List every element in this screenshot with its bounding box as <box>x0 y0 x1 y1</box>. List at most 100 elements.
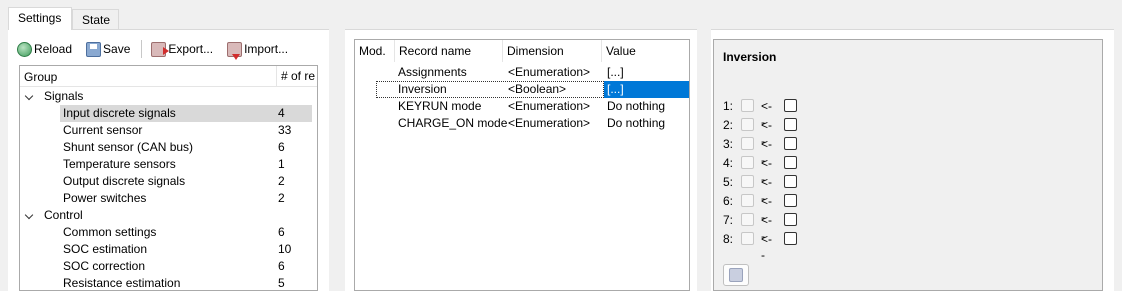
cell-value[interactable]: [...] <box>607 64 624 81</box>
tree-group-label: Control <box>44 208 83 222</box>
bit-label: 4: <box>723 156 734 170</box>
bit-label: 5: <box>723 175 734 189</box>
cell-record-name: Assignments <box>398 65 467 79</box>
bit-inversion-checkbox[interactable] <box>784 175 797 188</box>
bit-source-checkbox <box>741 156 754 169</box>
tree-group-label: Signals <box>44 89 84 103</box>
tree-item-current-sensor[interactable]: Current sensor 33 <box>20 122 312 139</box>
tab-settings[interactable]: Settings <box>8 7 72 30</box>
table-row[interactable]: CHARGE_ON mode <Enumeration> Do nothing <box>355 115 689 132</box>
bit-inversion-checkbox[interactable] <box>784 137 797 150</box>
reload-icon <box>17 41 32 57</box>
tree-item-power-switches[interactable]: Power switches 2 <box>20 190 312 207</box>
bit-label: 2: <box>723 118 734 132</box>
detail-title: Inversion <box>723 50 777 64</box>
column-header-mod[interactable]: Mod. <box>355 40 395 62</box>
tree-item-label: Output discrete signals <box>63 174 186 188</box>
bit-inversion-checkbox[interactable] <box>784 213 797 226</box>
bit-source-checkbox <box>741 118 754 131</box>
tree-item-count: 2 <box>278 174 285 188</box>
cell-dimension: <Boolean> <box>508 82 567 96</box>
tree-item-soc-estimation[interactable]: SOC estimation 10 <box>20 241 312 258</box>
tree-item-count: 6 <box>278 140 285 154</box>
bit-source-checkbox <box>741 137 754 150</box>
tree-item-count: 33 <box>278 123 292 137</box>
floppy-disk-icon <box>86 41 102 57</box>
tree-item-count: 6 <box>278 225 285 239</box>
tree-item-resistance-estimation[interactable]: Resistance estimation 5 <box>20 275 312 290</box>
column-header-value[interactable]: Value <box>602 40 689 62</box>
import-button[interactable]: Import... <box>224 39 291 60</box>
bit-inversion-checkbox[interactable] <box>784 194 797 207</box>
column-header-count[interactable]: # of re <box>276 66 316 87</box>
bit-inversion-checkbox[interactable] <box>784 232 797 245</box>
toolbar: Reload Save Export... Import... <box>14 38 299 60</box>
tree-item-label: Temperature sensors <box>63 157 176 171</box>
table-row-selected[interactable]: Inversion <Boolean> [...] <box>355 81 689 98</box>
splitter-left[interactable] <box>329 29 345 291</box>
save-button[interactable]: Save <box>83 39 133 59</box>
tree-item-count: 6 <box>278 259 285 273</box>
tree-group-signals[interactable]: Signals <box>20 88 312 105</box>
tree-item-label: Shunt sensor (CAN bus) <box>63 140 194 154</box>
tree-item-count: 10 <box>278 242 292 256</box>
records-table[interactable]: Mod. Record name Dimension Value Assignm… <box>354 39 690 291</box>
bit-inversion-checkbox[interactable] <box>784 99 797 112</box>
tree-item-input-discrete-signals[interactable]: Input discrete signals 4 <box>20 105 312 122</box>
export-button[interactable]: Export... <box>148 39 216 59</box>
bit-source-checkbox <box>741 213 754 226</box>
reload-button[interactable]: Reload <box>14 39 75 59</box>
tree-item-label: SOC correction <box>63 259 146 273</box>
tree-group-control[interactable]: Control <box>20 207 312 224</box>
column-header-dimension[interactable]: Dimension <box>503 40 602 62</box>
toolbar-separator <box>141 40 143 58</box>
splitter-right[interactable] <box>697 29 711 291</box>
bit-label: 6: <box>723 194 734 208</box>
bit-label: 7: <box>723 213 734 227</box>
cell-value[interactable]: Do nothing <box>607 98 665 115</box>
tree-item-label: Common settings <box>63 225 157 239</box>
bit-label: 1: <box>723 99 734 113</box>
column-header-record-name[interactable]: Record name <box>395 40 503 62</box>
cell-dimension: <Enumeration> <box>508 65 591 79</box>
bit-arrow: <-- <box>761 232 773 262</box>
tree-item-output-discrete-signals[interactable]: Output discrete signals 2 <box>20 173 312 190</box>
bit-inversion-checkbox[interactable] <box>784 118 797 131</box>
chevron-down-icon[interactable] <box>24 88 34 105</box>
bit-inversion-checkbox[interactable] <box>784 156 797 169</box>
tree-item-soc-correction[interactable]: SOC correction 6 <box>20 258 312 275</box>
save-label: Save <box>103 42 131 56</box>
bit-source-checkbox <box>741 99 754 112</box>
table-row[interactable]: KEYRUN mode <Enumeration> Do nothing <box>355 98 689 115</box>
apply-save-button[interactable] <box>723 264 749 286</box>
reload-label: Reload <box>34 42 73 56</box>
cell-record-name: Inversion <box>398 82 447 96</box>
tab-state[interactable]: State <box>72 9 119 29</box>
cell-record-name: KEYRUN mode <box>398 99 482 113</box>
tree-item-count: 5 <box>278 276 285 290</box>
export-icon <box>151 41 170 57</box>
tree-item-label: Power switches <box>63 191 147 205</box>
cell-record-name: CHARGE_ON mode <box>398 116 508 130</box>
tab-bar: Settings State <box>0 0 1122 30</box>
tree-item-common-settings[interactable]: Common settings 6 <box>20 224 312 241</box>
import-icon <box>227 41 243 60</box>
bit-source-checkbox <box>741 232 754 245</box>
group-tree[interactable]: Group # of re Signals Input discrete sig… <box>19 65 318 291</box>
detail-panel: Inversion 1: <-- 2: <-- 3: <-- 4: <-- 5:… <box>713 39 1103 291</box>
cell-value[interactable]: Do nothing <box>607 115 665 132</box>
bit-label: 3: <box>723 137 734 151</box>
chevron-down-icon[interactable] <box>24 207 34 224</box>
bit-label: 8: <box>723 232 734 246</box>
cell-dimension: <Enumeration> <box>508 99 591 113</box>
tree-header: Group # of re <box>20 66 317 87</box>
cell-dimension: <Enumeration> <box>508 116 591 130</box>
cell-value[interactable]: [...] <box>607 81 624 98</box>
column-header-group[interactable]: Group <box>24 70 57 84</box>
tree-item-temperature-sensors[interactable]: Temperature sensors 1 <box>20 156 312 173</box>
floppy-disk-icon <box>729 268 743 282</box>
tree-item-label: Input discrete signals <box>63 106 176 120</box>
tree-item-shunt-sensor[interactable]: Shunt sensor (CAN bus) 6 <box>20 139 312 156</box>
table-row[interactable]: Assignments <Enumeration> [...] <box>355 64 689 81</box>
tree-item-label: Resistance estimation <box>63 276 181 290</box>
